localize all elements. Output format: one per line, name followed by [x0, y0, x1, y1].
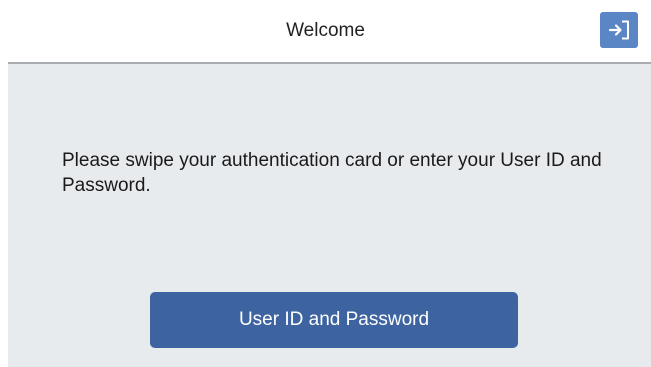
instruction-message: Please swipe your authentication card or… [62, 150, 602, 196]
user-id-password-button[interactable]: User ID and Password [150, 292, 518, 348]
header-bar: Welcome [0, 0, 651, 62]
main-panel: Please swipe your authentication card or… [8, 64, 651, 367]
login-button[interactable] [600, 12, 638, 48]
page-title: Welcome [286, 20, 365, 41]
login-arrow-icon [608, 20, 629, 40]
welcome-screen: Welcome Please swipe your authentication… [0, 0, 651, 367]
